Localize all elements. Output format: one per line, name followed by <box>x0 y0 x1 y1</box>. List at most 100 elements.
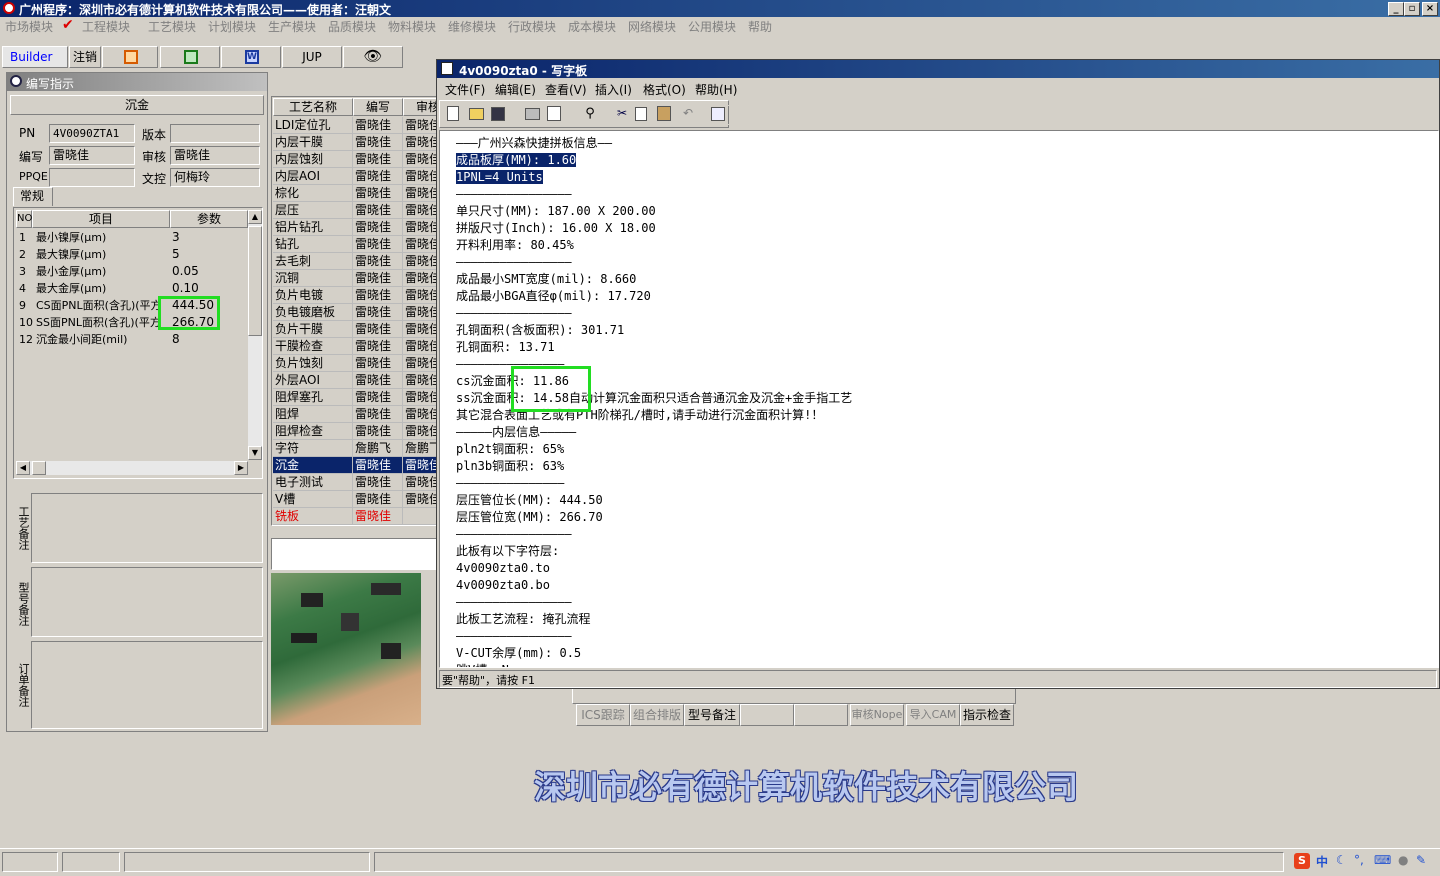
process-row[interactable]: 沉金 雷晓佳 雷晓佳 <box>273 457 441 474</box>
model-note-field[interactable] <box>31 567 263 637</box>
scroll-thumb[interactable] <box>248 226 262 336</box>
excel-icon[interactable] <box>160 46 220 68</box>
check-instruction-button[interactable]: 指示检查 <box>960 704 1014 726</box>
process-row[interactable]: 内层蚀刻 雷晓佳 雷晓佳 <box>273 151 441 168</box>
menu-plan[interactable]: 计划模块 <box>208 18 256 35</box>
menu-cost[interactable]: 成本模块 <box>568 18 616 35</box>
process-row[interactable]: 铣板 雷晓佳 <box>273 508 441 525</box>
copy-icon[interactable] <box>634 105 654 125</box>
wp-menu-format[interactable]: 格式(O) <box>643 81 686 98</box>
wordpad-document[interactable]: ———广州兴森快捷拼板信息—— 成品板厚(MM): 1.60 1PNL=4 Unit… <box>439 130 1439 668</box>
cut-icon[interactable]: ✂ <box>612 105 632 125</box>
open-icon[interactable] <box>468 105 488 125</box>
menu-engineering[interactable]: 工程模块 <box>82 18 130 35</box>
wp-menu-edit[interactable]: 编辑(E) <box>495 81 536 98</box>
param-row[interactable]: 2 最大镍厚(μm) 5 <box>16 246 248 263</box>
wrench-icon[interactable]: ✎ <box>1416 853 1426 867</box>
process-search-field[interactable] <box>271 538 441 570</box>
half-width-icon[interactable]: ☾ <box>1336 853 1347 867</box>
punct-icon[interactable]: °, <box>1354 853 1364 867</box>
pnqe-field[interactable] <box>49 168 135 187</box>
empty-button-1[interactable] <box>740 704 794 726</box>
builder-button[interactable]: Builder <box>2 46 68 68</box>
process-row[interactable]: LDI定位孔 雷晓佳 雷晓佳 <box>273 117 441 134</box>
process-row[interactable]: 负片蚀刻 雷晓佳 雷晓佳 <box>273 355 441 372</box>
param-row[interactable]: 9 CS面PNL面积(含孔)(平方 444.50 <box>16 297 248 314</box>
scroll-left-button[interactable]: ◀ <box>16 461 30 475</box>
author-field[interactable]: 雷晓佳 <box>49 146 135 165</box>
horizontal-scrollbar[interactable]: ◀ ▶ <box>16 461 248 475</box>
process-row[interactable]: V槽 雷晓佳 雷晓佳 <box>273 491 441 508</box>
grid-header-param[interactable]: 参数 <box>170 210 248 228</box>
menu-common[interactable]: 公用模块 <box>688 18 736 35</box>
process-row[interactable]: 阻焊塞孔 雷晓佳 雷晓佳 <box>273 389 441 406</box>
wp-menu-insert[interactable]: 插入(I) <box>595 81 632 98</box>
combine-layout-button[interactable]: 组合排版 <box>630 704 684 726</box>
undo-icon[interactable]: ↶ <box>678 105 698 125</box>
process-header-name[interactable]: 工艺名称 <box>273 98 353 116</box>
menu-network[interactable]: 网络模块 <box>628 18 676 35</box>
new-icon[interactable] <box>446 105 466 125</box>
hscroll-thumb[interactable] <box>32 461 46 475</box>
process-row[interactable]: 去毛刺 雷晓佳 雷晓佳 <box>273 253 441 270</box>
user-icon[interactable]: ● <box>1398 853 1408 867</box>
paste-icon[interactable] <box>656 105 676 125</box>
param-row[interactable]: 12 沉金最小间距(mil) 8 <box>16 331 248 348</box>
menu-market[interactable]: 市场模块 <box>5 18 53 35</box>
wp-menu-help[interactable]: 帮助(H) <box>695 81 737 98</box>
wp-menu-file[interactable]: 文件(F) <box>445 81 485 98</box>
process-row[interactable]: 阻焊检查 雷晓佳 雷晓佳 <box>273 423 441 440</box>
word-icon[interactable]: W <box>221 46 281 68</box>
menu-admin[interactable]: 行政模块 <box>508 18 556 35</box>
version-field[interactable] <box>170 124 260 143</box>
model-note-button[interactable]: 型号备注 <box>684 704 740 726</box>
wp-menu-view[interactable]: 查看(V) <box>545 81 587 98</box>
menu-process[interactable]: 工艺模块 <box>148 18 196 35</box>
eye-icon[interactable]: 👁 <box>343 46 403 68</box>
process-row[interactable]: 干膜检查 雷晓佳 雷晓佳 <box>273 338 441 355</box>
grid-header-no[interactable]: NO <box>16 210 32 228</box>
close-button[interactable]: × <box>1422 2 1438 16</box>
print-preview-icon[interactable] <box>546 105 566 125</box>
ime-chinese-label[interactable]: 中 <box>1316 853 1328 870</box>
pn-field[interactable]: 4V0090ZTA1 <box>49 124 135 143</box>
restore-button[interactable]: ▫ <box>1404 2 1420 16</box>
process-row[interactable]: 层压 雷晓佳 雷晓佳 <box>273 202 441 219</box>
param-row[interactable]: 3 最小金厚(μm) 0.05 <box>16 263 248 280</box>
process-row[interactable]: 沉铜 雷晓佳 雷晓佳 <box>273 270 441 287</box>
process-row[interactable]: 阻焊 雷晓佳 雷晓佳 <box>273 406 441 423</box>
param-row[interactable]: 4 最大金厚(μm) 0.10 <box>16 280 248 297</box>
param-row[interactable]: 1 最小镍厚(μm) 3 <box>16 229 248 246</box>
empty-button-2[interactable] <box>794 704 848 726</box>
vertical-scrollbar[interactable]: ▲ ▼ <box>248 210 262 460</box>
logout-button[interactable]: 注销 <box>69 46 101 68</box>
ppt-icon[interactable] <box>102 46 158 68</box>
find-icon[interactable]: ⚲ <box>580 105 600 125</box>
tab-general[interactable]: 常规 <box>13 187 53 206</box>
jup-button[interactable]: JUP <box>282 46 342 68</box>
grid-header-item[interactable]: 项目 <box>32 210 170 228</box>
process-row[interactable]: 内层干膜 雷晓佳 雷晓佳 <box>273 134 441 151</box>
ics-track-button[interactable]: ICS跟踪 <box>576 704 630 726</box>
process-row[interactable]: 电子测试 雷晓佳 雷晓佳 <box>273 474 441 491</box>
param-row[interactable]: 10 SS面PNL面积(含孔)(平方 266.70 <box>16 314 248 331</box>
scroll-right-button[interactable]: ▶ <box>234 461 248 475</box>
menu-maintenance[interactable]: 维修模块 <box>448 18 496 35</box>
process-row[interactable]: 外层AOI 雷晓佳 雷晓佳 <box>273 372 441 389</box>
menu-quality[interactable]: 品质模块 <box>328 18 376 35</box>
print-icon[interactable] <box>524 105 544 125</box>
review-nope-button[interactable]: 审核Nope <box>850 704 904 726</box>
insert-datetime-icon[interactable] <box>710 105 730 125</box>
process-row[interactable]: 负片干膜 雷晓佳 雷晓佳 <box>273 321 441 338</box>
review-field[interactable]: 雷晓佳 <box>170 146 260 165</box>
process-row[interactable]: 棕化 雷晓佳 雷晓佳 <box>273 185 441 202</box>
keyboard-icon[interactable]: ⌨ <box>1374 853 1391 867</box>
import-cam-button[interactable]: 导入CAM <box>906 704 960 726</box>
process-row[interactable]: 内层AOI 雷晓佳 雷晓佳 <box>273 168 441 185</box>
process-row[interactable]: 字符 詹鹏飞 詹鹏飞 <box>273 440 441 457</box>
process-row[interactable]: 铝片钻孔 雷晓佳 雷晓佳 <box>273 219 441 236</box>
order-note-field[interactable] <box>31 641 263 729</box>
process-header-writer[interactable]: 编写 <box>353 98 403 116</box>
sogou-icon[interactable]: S <box>1294 853 1310 869</box>
process-row[interactable]: 负电镀磨板 雷晓佳 雷晓佳 <box>273 304 441 321</box>
